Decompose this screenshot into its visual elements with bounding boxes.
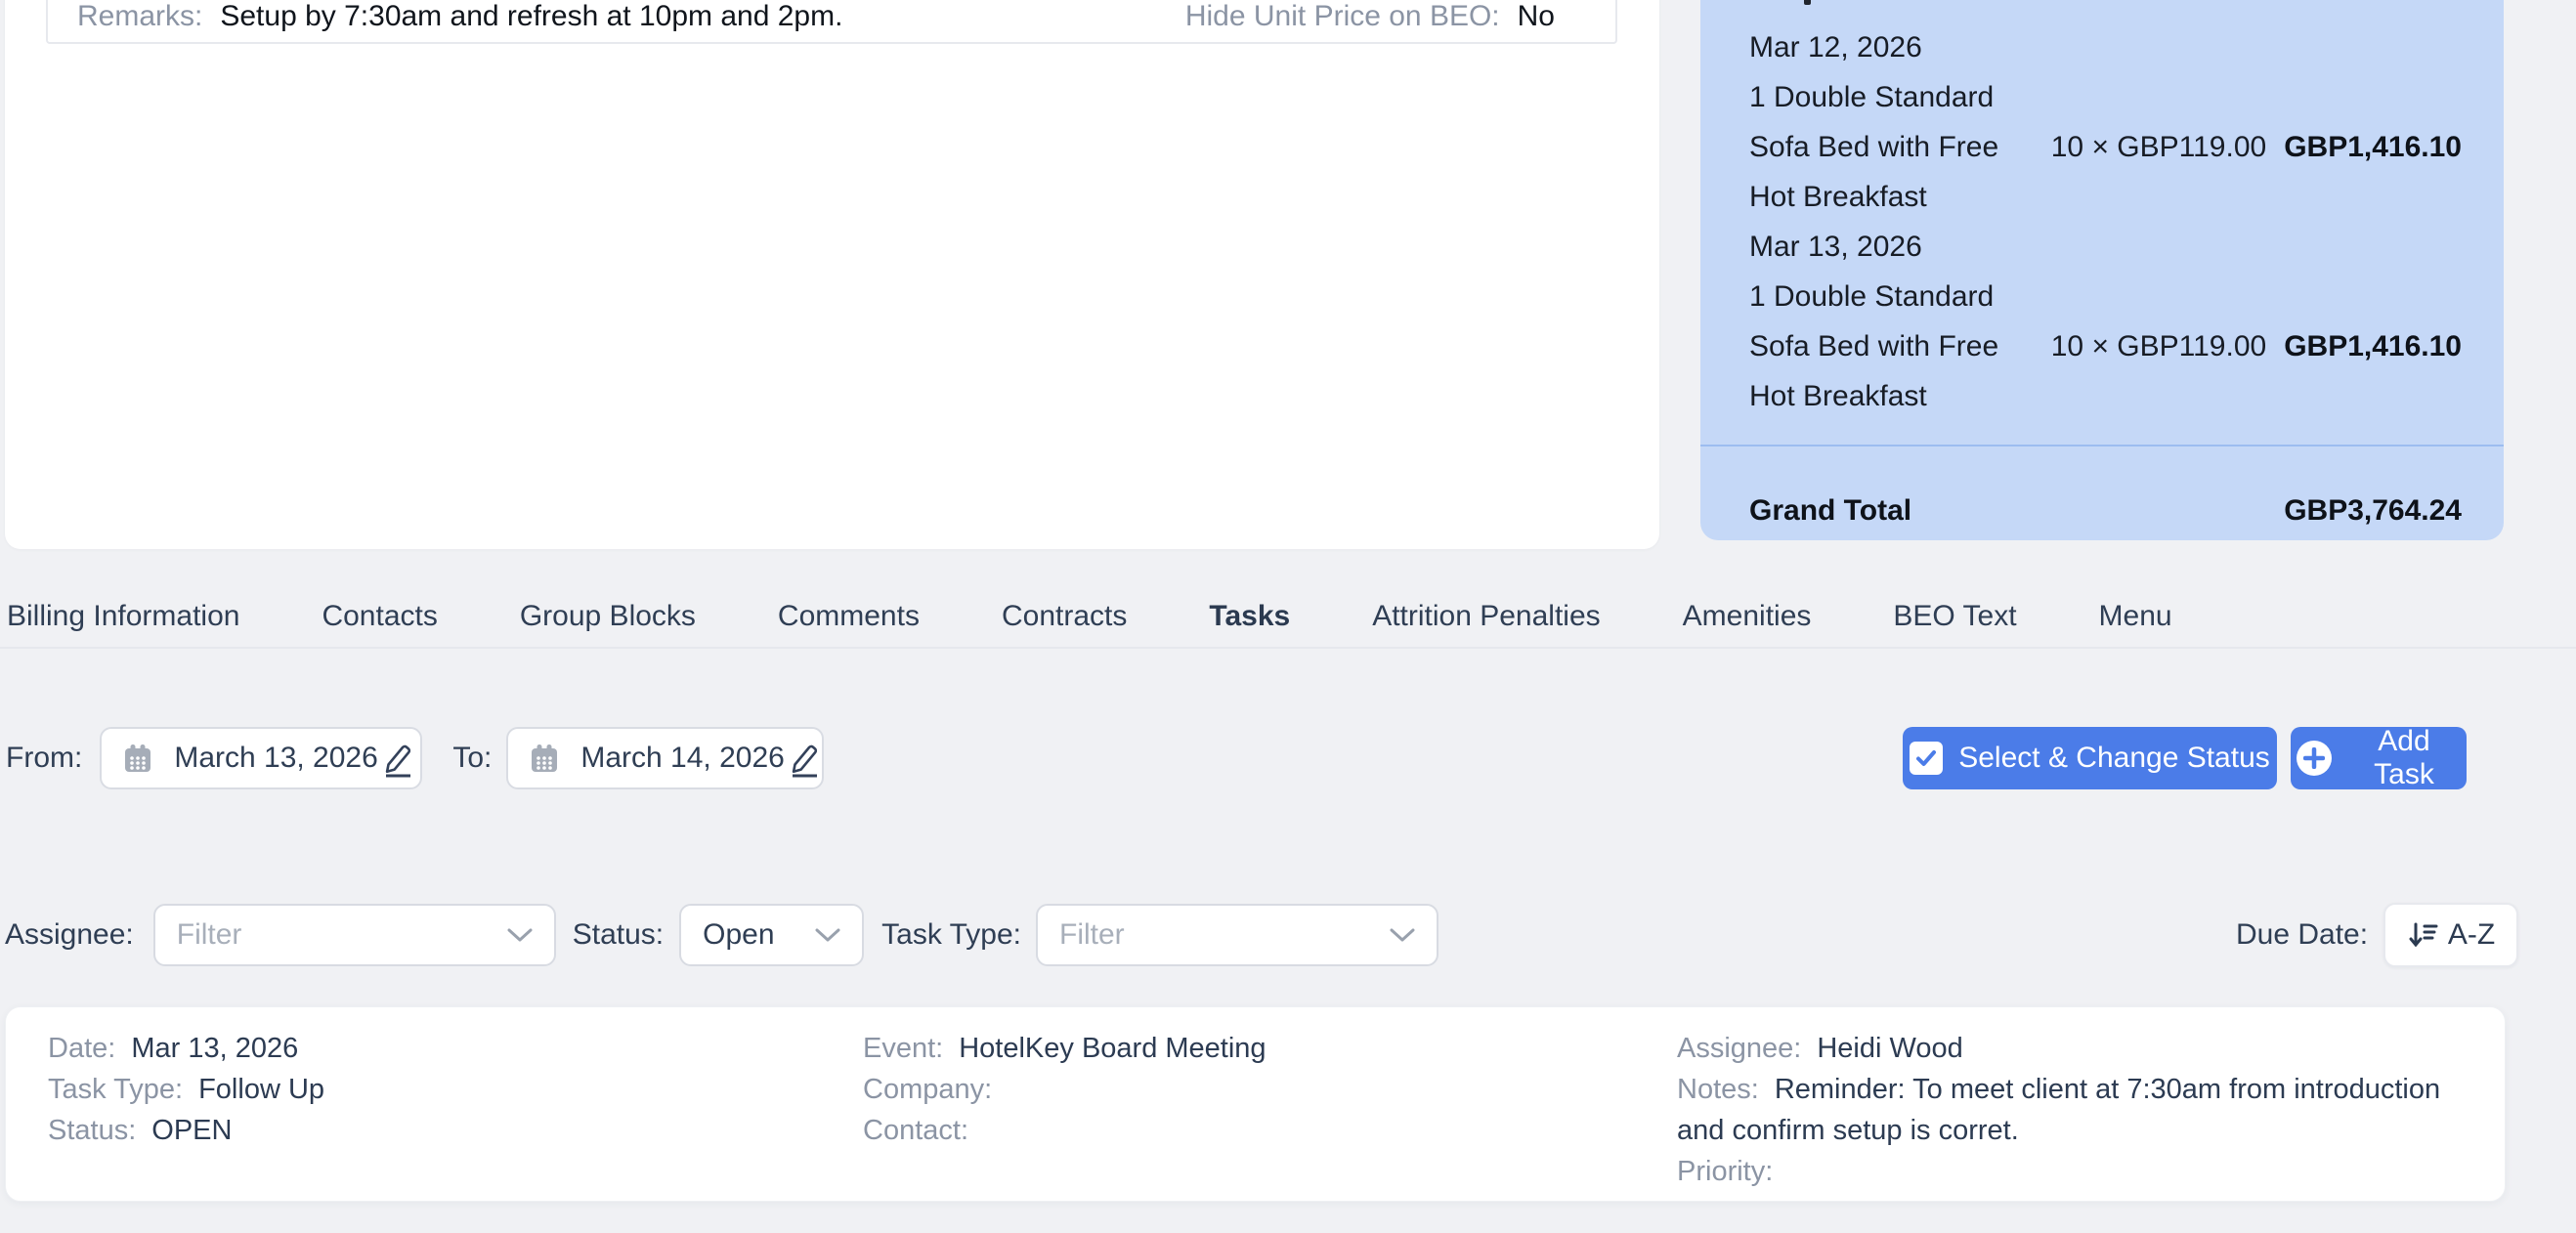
task-card-col-right: Assignee: Heidi Wood Notes:Reminder: To m… bbox=[1677, 1028, 2459, 1192]
plus-circle-icon bbox=[2297, 741, 2332, 776]
task-type-label: Task Type: bbox=[48, 1074, 183, 1105]
edit-pencil-icon[interactable] bbox=[785, 739, 824, 778]
pricing-summary-panel: Mar 12, 2026 1 Double Standard Sofa Bed … bbox=[1700, 0, 2504, 540]
tab-contacts[interactable]: Contacts bbox=[322, 600, 437, 633]
grand-total-row: Grand Total GBP3,764.24 bbox=[1700, 486, 2504, 535]
due-date-sort-group: Due Date: A-Z bbox=[2236, 902, 2518, 968]
calendar-icon bbox=[123, 744, 152, 774]
task-priority-label: Priority: bbox=[1677, 1156, 1773, 1187]
status-filter-label: Status: bbox=[573, 918, 664, 952]
assignee-filter-placeholder: Filter bbox=[177, 918, 242, 952]
tab-group-blocks[interactable]: Group Blocks bbox=[520, 600, 696, 633]
remarks-value: Setup by 7:30am and refresh at 10pm and … bbox=[220, 0, 842, 33]
tab-tasks[interactable]: Tasks bbox=[1209, 600, 1290, 633]
task-status-label: Status: bbox=[48, 1115, 136, 1146]
task-type-row: Task Type: Follow Up bbox=[48, 1069, 751, 1110]
tab-beo-text[interactable]: BEO Text bbox=[1893, 600, 2016, 633]
checkbox-check-icon bbox=[1910, 742, 1943, 775]
sort-az-button[interactable]: A-Z bbox=[2383, 903, 2518, 967]
assignee-filter-label: Assignee: bbox=[5, 918, 134, 952]
task-event-label: Event: bbox=[863, 1033, 943, 1064]
task-contact-row: Contact: bbox=[863, 1110, 1606, 1151]
chevron-down-icon bbox=[507, 927, 533, 943]
status-filter-value: Open bbox=[703, 918, 774, 952]
add-task-button[interactable]: Add Task bbox=[2291, 727, 2467, 789]
tab-contracts[interactable]: Contracts bbox=[1002, 600, 1127, 633]
pricing-item-total: GBP1,416.10 bbox=[2284, 122, 2462, 172]
task-notes-label: Notes: bbox=[1677, 1074, 1759, 1105]
pricing-item-description: 1 Double Standard Sofa Bed with Free Hot… bbox=[1749, 272, 2051, 421]
sort-descending-icon bbox=[2407, 920, 2438, 950]
pricing-item-description: 1 Double Standard Sofa Bed with Free Hot… bbox=[1749, 72, 2051, 222]
to-date-picker[interactable]: March 14, 2026 bbox=[506, 727, 824, 789]
task-date-row: Date: Mar 13, 2026 bbox=[48, 1028, 751, 1069]
pricing-line-item: 1 Double Standard Sofa Bed with Free Hot… bbox=[1749, 272, 2462, 421]
task-type-filter-label: Task Type: bbox=[881, 918, 1021, 952]
task-card[interactable]: Date: Mar 13, 2026 Task Type: Follow Up St… bbox=[5, 1006, 2506, 1202]
status-filter-select[interactable]: Open bbox=[679, 904, 864, 966]
chevron-down-icon bbox=[815, 927, 840, 943]
grand-total-label: Grand Total bbox=[1749, 486, 1911, 535]
to-date-value: March 14, 2026 bbox=[580, 742, 784, 775]
due-date-label: Due Date: bbox=[2236, 918, 2368, 952]
select-change-status-label: Select & Change Status bbox=[1958, 742, 2270, 775]
hide-unit-price-group: Hide Unit Price on BEO: No bbox=[1185, 0, 1555, 33]
detail-tabs: Billing Information Contacts Group Block… bbox=[0, 586, 2576, 649]
task-filters-row: Assignee: Filter Status: Open Task Type:… bbox=[5, 904, 1438, 966]
task-type-filter-placeholder: Filter bbox=[1059, 918, 1125, 952]
date-range-row: From: March 13, 2026 bbox=[6, 727, 824, 789]
from-label: From: bbox=[6, 742, 82, 775]
pricing-item-qty-price: 10 × GBP119.00 bbox=[2051, 122, 2266, 172]
task-type-value: Follow Up bbox=[198, 1074, 324, 1105]
pricing-item-total: GBP1,416.10 bbox=[2284, 321, 2462, 371]
remarks-label: Remarks: bbox=[77, 0, 202, 33]
hide-unit-price-value: No bbox=[1518, 0, 1555, 33]
from-date-picker[interactable]: March 13, 2026 bbox=[100, 727, 422, 789]
tab-attrition-penalties[interactable]: Attrition Penalties bbox=[1372, 600, 1600, 633]
task-card-col-left: Date: Mar 13, 2026 Task Type: Follow Up St… bbox=[48, 1028, 751, 1151]
pricing-divider bbox=[1700, 445, 2504, 446]
task-priority-row: Priority: bbox=[1677, 1151, 2459, 1192]
select-change-status-button[interactable]: Select & Change Status bbox=[1903, 727, 2277, 789]
task-company-label: Company: bbox=[863, 1074, 992, 1105]
assignee-filter-select[interactable]: Filter bbox=[153, 904, 556, 966]
task-notes-row: Notes:Reminder: To meet client at 7:30am… bbox=[1677, 1069, 2459, 1151]
task-company-row: Company: bbox=[863, 1069, 1606, 1110]
cutoff-text-artifact bbox=[1804, 0, 1811, 5]
event-details-card: Remarks: Setup by 7:30am and refresh at … bbox=[5, 0, 1659, 549]
pricing-date: Mar 13, 2026 bbox=[1749, 222, 2462, 272]
task-notes-value: Reminder: To meet client at 7:30am from … bbox=[1677, 1074, 2440, 1146]
pricing-item-qty-price: 10 × GBP119.00 bbox=[2051, 321, 2266, 371]
tasks-page: Remarks: Setup by 7:30am and refresh at … bbox=[0, 0, 2576, 1233]
task-event-row: Event: HotelKey Board Meeting bbox=[863, 1028, 1606, 1069]
grand-total-value: GBP3,764.24 bbox=[2284, 486, 2462, 535]
task-date-label: Date: bbox=[48, 1033, 115, 1064]
tab-menu[interactable]: Menu bbox=[2099, 600, 2172, 633]
task-type-filter-select[interactable]: Filter bbox=[1036, 904, 1438, 966]
task-assignee-value: Heidi Wood bbox=[1817, 1033, 1962, 1064]
hide-unit-price-label: Hide Unit Price on BEO: bbox=[1185, 0, 1500, 33]
task-card-col-middle: Event: HotelKey Board Meeting Company: Co… bbox=[863, 1028, 1606, 1151]
edit-pencil-icon[interactable] bbox=[378, 739, 417, 778]
to-label: To: bbox=[452, 742, 492, 775]
pricing-date: Mar 12, 2026 bbox=[1749, 22, 2462, 72]
task-status-row: Status: OPEN bbox=[48, 1110, 751, 1151]
chevron-down-icon bbox=[1390, 927, 1415, 943]
pricing-panel-body: Mar 12, 2026 1 Double Standard Sofa Bed … bbox=[1700, 0, 2504, 421]
task-contact-label: Contact: bbox=[863, 1115, 968, 1146]
task-assignee-label: Assignee: bbox=[1677, 1033, 1801, 1064]
from-date-value: March 13, 2026 bbox=[174, 742, 377, 775]
tab-billing-information[interactable]: Billing Information bbox=[7, 600, 239, 633]
pricing-line-item: 1 Double Standard Sofa Bed with Free Hot… bbox=[1749, 72, 2462, 222]
tab-comments[interactable]: Comments bbox=[778, 600, 920, 633]
task-event-value: HotelKey Board Meeting bbox=[959, 1033, 1266, 1064]
add-task-label: Add Task bbox=[2347, 725, 2461, 791]
task-date-value: Mar 13, 2026 bbox=[131, 1033, 298, 1064]
sort-az-label: A-Z bbox=[2448, 918, 2495, 952]
task-assignee-row: Assignee: Heidi Wood bbox=[1677, 1028, 2459, 1069]
calendar-icon bbox=[530, 744, 559, 774]
remarks-box: Remarks: Setup by 7:30am and refresh at … bbox=[46, 0, 1617, 44]
tab-amenities[interactable]: Amenities bbox=[1683, 600, 1812, 633]
task-status-value: OPEN bbox=[151, 1115, 232, 1146]
